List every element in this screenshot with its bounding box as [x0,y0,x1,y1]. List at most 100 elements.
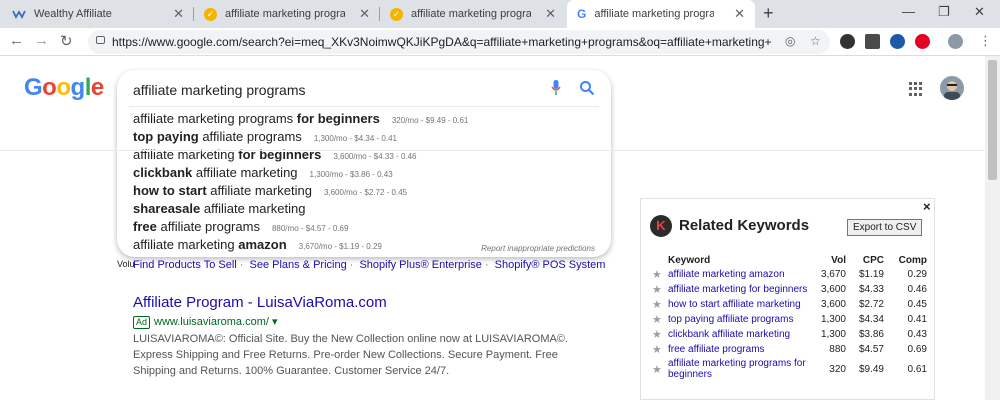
header-keyword: Keyword [668,254,711,266]
tab-title: Wealthy Affiliate [34,8,112,20]
browser-toolbar: ← → ↻ https://www.google.com/search?ei=m… [0,28,1000,56]
table-row: ★ how to start affiliate marketing 3,600… [652,297,927,312]
keyword-link[interactable]: affiliate marketing for beginners [668,282,808,297]
keyword-link[interactable]: affiliate marketing programs for beginne… [668,357,808,381]
page-scrollbar[interactable] [985,56,1000,400]
restore-icon[interactable]: ❐ [938,4,950,20]
star-icon[interactable]: ★ [652,312,668,327]
table-header-row: Keyword Vol CPC Comp [652,253,927,267]
back-arrow-icon[interactable]: ← [9,32,24,49]
keyword-link[interactable]: clickbank affiliate marketing [668,327,808,342]
header-comp: Comp [898,254,927,266]
suggestion-metrics: 320/mo - $9.49 - 0.61 [391,116,469,125]
sitelink[interactable]: Find Products To Sell [133,259,237,271]
keyword-link[interactable]: how to start affiliate marketing [668,297,808,312]
sitelink[interactable]: Shopify® POS System [495,259,606,271]
panel-title: Related Keywords [679,217,810,234]
suggestion-metrics: 3,600/mo - $2.72 - 0.45 [323,188,408,197]
suggestion-item[interactable]: free affiliate programs 880/mo - $4.57 - … [133,218,603,236]
close-icon[interactable]: ✕ [734,6,745,22]
keywords-table: Keyword Vol CPC Comp ★ affiliate marketi… [652,253,927,381]
table-row: ★ clickbank affiliate marketing 1,300 $3… [652,327,927,342]
star-icon[interactable]: ★ [652,267,668,282]
table-row: ★ top paying affiliate programs 1,300 $4… [652,312,927,327]
suggestion-item[interactable]: how to start affiliate marketing 3,600/mo… [133,182,603,200]
related-keywords-panel: × K Related Keywords Export to CSV Keywo… [640,198,935,400]
tab-title: affiliate marketing programs - Go [594,8,715,20]
close-icon[interactable]: × [923,199,931,214]
wealthy-affiliate-icon [12,10,26,19]
url-text[interactable]: https://www.google.com/search?ei=meq_XKv… [112,35,772,49]
location-target-icon[interactable]: ◎ [785,34,795,48]
checkmark-icon: ✓ [390,7,403,21]
share-extension-icon[interactable] [890,34,905,49]
star-icon[interactable]: ★ [652,357,668,381]
menu-kebab-icon[interactable]: ⋮ [979,33,992,49]
suggestion-item[interactable]: affiliate marketing for beginners 3,600/m… [133,146,603,164]
suggestion-item[interactable]: shareasale affiliate marketing [133,200,603,218]
tab-affiliate-programs-1[interactable]: ✓ affiliate marketing programs - Ne ✕ [194,0,380,28]
keyword-link[interactable]: affiliate marketing amazon [668,267,808,282]
header-cpc: CPC [862,254,884,266]
pinterest-extension-icon[interactable] [915,34,930,49]
star-icon[interactable]: ★ [652,297,668,312]
export-csv-button[interactable]: Export to CSV [847,219,923,236]
lock-icon [96,36,105,44]
search-box[interactable]: affiliate marketing programs affiliate m… [117,70,611,257]
suggestion-metrics: 3,670/mo - $1.19 - 0.29 [298,242,382,251]
google-favicon-icon: G [577,7,587,21]
suggestion-list: affiliate marketing programs for beginne… [133,110,603,254]
new-tab-button[interactable]: + [763,3,774,24]
ad-sitelinks: Find Products To Sell · See Plans & Prici… [133,259,606,271]
ad-result-title[interactable]: Affiliate Program - LuisaViaRoma.com [133,294,387,311]
search-icon[interactable] [579,80,595,96]
sitelink[interactable]: See Plans & Pricing [249,259,346,271]
ad-result-url[interactable]: www.luisaviaroma.com/ ▾ [154,316,278,328]
suggestion-item[interactable]: top paying affiliate programs 1,300/mo - … [133,128,603,146]
apps-grid-icon[interactable] [909,82,923,96]
profile-avatar-icon[interactable] [948,34,963,49]
star-icon[interactable]: ★ [652,342,668,357]
gmail-extension-icon[interactable] [865,34,880,49]
keyword-link[interactable]: top paying affiliate programs [668,312,808,327]
keywords-everywhere-logo: K [650,215,672,237]
tab-google-search[interactable]: G affiliate marketing programs - Go ✕ [567,0,755,28]
ad-result-description: LUISAVIAROMA©: Official Site. Buy the Ne… [133,333,568,377]
table-row: ★ affiliate marketing for beginners 3,60… [652,282,927,297]
close-icon[interactable]: ✕ [173,6,184,22]
tab-affiliate-programs-2[interactable]: ✓ affiliate marketing programs - Ne ✕ [380,0,566,28]
bookmark-star-icon[interactable]: ☆ [810,34,821,48]
suggestion-metrics: 1,300/mo - $3.86 - 0.43 [309,170,393,179]
address-bar[interactable]: https://www.google.com/search?ei=meq_XKv… [88,30,830,54]
table-row: ★ free affiliate programs 880 $4.57 0.69 [652,342,927,357]
header-vol: Vol [831,254,846,266]
minimize-icon[interactable]: — [902,4,915,19]
microphone-icon[interactable] [551,80,561,96]
google-logo[interactable]: Google [24,74,104,102]
report-predictions-link[interactable]: Report inappropriate predictions [481,244,595,253]
tab-strip: Wealthy Affiliate ✕ ✓ affiliate marketin… [0,0,1000,28]
star-icon[interactable]: ★ [652,327,668,342]
scrollbar-thumb[interactable] [988,60,997,180]
suggestion-metrics: 880/mo - $4.57 - 0.69 [271,224,349,233]
avatar[interactable] [940,76,964,100]
keyword-link[interactable]: free affiliate programs [668,342,808,357]
tab-wealthy-affiliate[interactable]: Wealthy Affiliate ✕ [2,0,194,28]
sitelink[interactable]: Shopify Plus® Enterprise [359,259,481,271]
search-input[interactable]: affiliate marketing programs [133,82,305,98]
ad-badge: Ad [133,316,151,329]
tab-title: affiliate marketing programs - Ne [411,8,531,20]
suggestion-item[interactable]: affiliate marketing programs for beginne… [133,110,603,128]
keywords-everywhere-extension-icon[interactable] [840,34,855,49]
forward-arrow-icon[interactable]: → [34,32,49,49]
table-row: ★ affiliate marketing amazon 3,670 $1.19… [652,267,927,282]
reload-icon[interactable]: ↻ [60,32,73,50]
close-icon[interactable]: ✕ [359,6,370,22]
close-window-icon[interactable]: ✕ [974,4,985,20]
close-icon[interactable]: ✕ [545,6,556,22]
checkmark-icon: ✓ [204,7,217,21]
ad-url-row: Ad www.luisaviaroma.com/ ▾ [133,315,278,329]
table-row: ★ affiliate marketing programs for begin… [652,357,927,381]
star-icon[interactable]: ★ [652,282,668,297]
suggestion-item[interactable]: clickbank affiliate marketing 1,300/mo - … [133,164,603,182]
